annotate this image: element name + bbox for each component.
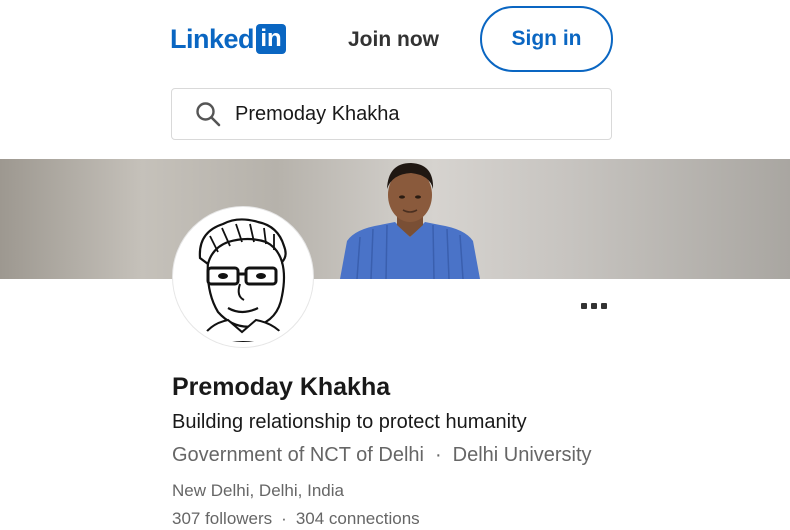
separator-dot: · [434, 444, 442, 466]
profile-avatar[interactable] [173, 207, 313, 347]
more-horizontal-icon [581, 303, 587, 309]
search-input-value[interactable]: Premoday Khakha [235, 103, 400, 126]
cover-photo [0, 159, 790, 279]
profile-org-line: Government of NCT of Delhi · Delhi Univers… [172, 442, 592, 468]
logo-text: Linked [170, 24, 255, 54]
cover-person-image [340, 163, 480, 279]
logo-box: in [256, 24, 287, 54]
profile-name: Premoday Khakha [172, 373, 391, 401]
more-dot [601, 303, 607, 309]
more-dot [591, 303, 597, 309]
top-header: Linked in Join now Sign in [0, 0, 790, 80]
linkedin-logo[interactable]: Linked in [170, 22, 287, 56]
profile-headline: Building relationship to protect humanit… [172, 411, 527, 433]
organization-link[interactable]: Government of NCT of Delhi [172, 444, 424, 466]
join-now-link[interactable]: Join now [348, 26, 439, 54]
caricature-avatar-image [178, 212, 308, 342]
profile-stats: 307 followers · 304 connections [172, 507, 420, 530]
separator-dot: · [281, 509, 287, 528]
education-link[interactable]: Delhi University [453, 444, 592, 466]
profile-location: New Delhi, Delhi, India [172, 481, 344, 500]
search-bar[interactable]: Premoday Khakha [171, 88, 612, 140]
sign-in-button[interactable]: Sign in [480, 6, 613, 72]
connections-count[interactable]: 304 connections [296, 509, 420, 528]
followers-count: 307 followers [172, 509, 273, 528]
more-options-button[interactable] [576, 296, 612, 316]
search-icon [194, 100, 222, 128]
